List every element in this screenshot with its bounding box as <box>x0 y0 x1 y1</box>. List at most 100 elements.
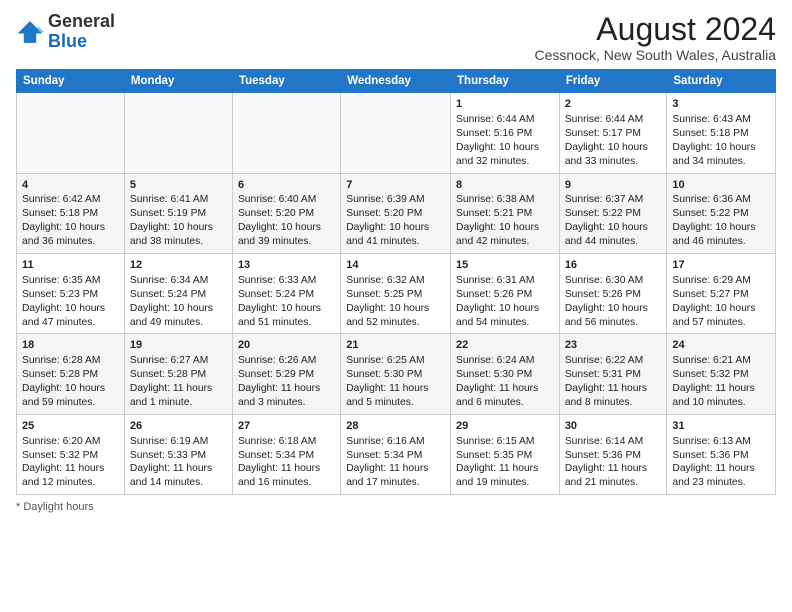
calendar-cell: 14Sunrise: 6:32 AMSunset: 5:25 PMDayligh… <box>341 254 451 334</box>
day-number: 26 <box>130 419 227 434</box>
calendar-cell: 8Sunrise: 6:38 AMSunset: 5:21 PMDaylight… <box>451 173 560 253</box>
day-info: Sunrise: 6:37 AM <box>565 193 662 207</box>
day-info: Sunset: 5:30 PM <box>346 368 445 382</box>
day-info: Daylight: 11 hours and 10 minutes. <box>672 382 770 410</box>
calendar-cell: 13Sunrise: 6:33 AMSunset: 5:24 PMDayligh… <box>232 254 340 334</box>
day-info: Sunset: 5:18 PM <box>672 127 770 141</box>
day-info: Sunset: 5:36 PM <box>672 449 770 463</box>
calendar-day-header: Sunday <box>17 70 125 93</box>
day-number: 12 <box>130 258 227 273</box>
day-info: Sunrise: 6:36 AM <box>672 193 770 207</box>
day-info: Daylight: 10 hours and 36 minutes. <box>22 221 119 249</box>
day-info: Sunset: 5:22 PM <box>565 207 662 221</box>
day-info: Daylight: 10 hours and 56 minutes. <box>565 302 662 330</box>
page: General Blue August 2024 Cessnock, New S… <box>0 0 792 612</box>
day-info: Daylight: 10 hours and 38 minutes. <box>130 221 227 249</box>
calendar-header-row: SundayMondayTuesdayWednesdayThursdayFrid… <box>17 70 776 93</box>
calendar-day-header: Saturday <box>667 70 776 93</box>
calendar-cell: 19Sunrise: 6:27 AMSunset: 5:28 PMDayligh… <box>124 334 232 414</box>
calendar-cell: 4Sunrise: 6:42 AMSunset: 5:18 PMDaylight… <box>17 173 125 253</box>
day-info: Sunrise: 6:16 AM <box>346 435 445 449</box>
day-info: Sunrise: 6:28 AM <box>22 354 119 368</box>
day-info: Sunrise: 6:38 AM <box>456 193 554 207</box>
day-info: Daylight: 10 hours and 39 minutes. <box>238 221 335 249</box>
day-info: Sunset: 5:33 PM <box>130 449 227 463</box>
day-info: Sunset: 5:28 PM <box>22 368 119 382</box>
calendar-week-row: 1 Sunrise: 6:44 AM Sunset: 5:16 PM Daylight… <box>17 93 776 173</box>
logo-blue: Blue <box>48 31 87 51</box>
day-info: Sunset: 5:30 PM <box>456 368 554 382</box>
day-number: 2 <box>565 97 662 112</box>
logo-icon <box>16 18 44 46</box>
day-number: 13 <box>238 258 335 273</box>
day-number: 19 <box>130 338 227 353</box>
day-info: Daylight: 10 hours and 47 minutes. <box>22 302 119 330</box>
day-info: Sunset: 5:17 PM <box>565 127 662 141</box>
day-info: Sunrise: 6:43 AM <box>672 113 770 127</box>
calendar-cell: 5Sunrise: 6:41 AMSunset: 5:19 PMDaylight… <box>124 173 232 253</box>
day-number: 31 <box>672 419 770 434</box>
calendar-cell: 29Sunrise: 6:15 AMSunset: 5:35 PMDayligh… <box>451 414 560 494</box>
header: General Blue August 2024 Cessnock, New S… <box>16 12 776 63</box>
day-info: Sunrise: 6:44 AM <box>565 113 662 127</box>
calendar-cell: 30Sunrise: 6:14 AMSunset: 5:36 PMDayligh… <box>559 414 667 494</box>
calendar-day-header: Tuesday <box>232 70 340 93</box>
day-number: 27 <box>238 419 335 434</box>
day-info: Sunrise: 6:18 AM <box>238 435 335 449</box>
day-info: Daylight: 11 hours and 23 minutes. <box>672 462 770 490</box>
day-number: 11 <box>22 258 119 273</box>
day-info: Sunrise: 6:19 AM <box>130 435 227 449</box>
day-info: Sunset: 5:26 PM <box>565 288 662 302</box>
day-info: Sunset: 5:24 PM <box>238 288 335 302</box>
day-number: 18 <box>22 338 119 353</box>
calendar-cell: 7Sunrise: 6:39 AMSunset: 5:20 PMDaylight… <box>341 173 451 253</box>
day-number: 6 <box>238 178 335 193</box>
day-info: Sunset: 5:32 PM <box>22 449 119 463</box>
day-info: Sunrise: 6:20 AM <box>22 435 119 449</box>
day-info: Daylight: 11 hours and 1 minute. <box>130 382 227 410</box>
day-info: Daylight: 10 hours and 42 minutes. <box>456 221 554 249</box>
calendar-cell: 10Sunrise: 6:36 AMSunset: 5:22 PMDayligh… <box>667 173 776 253</box>
calendar-cell: 17Sunrise: 6:29 AMSunset: 5:27 PMDayligh… <box>667 254 776 334</box>
day-info: Sunrise: 6:41 AM <box>130 193 227 207</box>
calendar-day-header: Monday <box>124 70 232 93</box>
day-info: Daylight: 10 hours and 57 minutes. <box>672 302 770 330</box>
day-info: Daylight: 11 hours and 16 minutes. <box>238 462 335 490</box>
day-info: Sunrise: 6:31 AM <box>456 274 554 288</box>
calendar-cell: 9Sunrise: 6:37 AMSunset: 5:22 PMDaylight… <box>559 173 667 253</box>
day-number: 17 <box>672 258 770 273</box>
day-info: Sunset: 5:35 PM <box>456 449 554 463</box>
day-info: Daylight: 11 hours and 12 minutes. <box>22 462 119 490</box>
day-number: 21 <box>346 338 445 353</box>
day-info: Sunset: 5:24 PM <box>130 288 227 302</box>
calendar-cell: 22Sunrise: 6:24 AMSunset: 5:30 PMDayligh… <box>451 334 560 414</box>
day-info: Sunrise: 6:24 AM <box>456 354 554 368</box>
day-info: Daylight: 11 hours and 8 minutes. <box>565 382 662 410</box>
day-number: 23 <box>565 338 662 353</box>
calendar-cell: 24Sunrise: 6:21 AMSunset: 5:32 PMDayligh… <box>667 334 776 414</box>
day-info: Sunrise: 6:42 AM <box>22 193 119 207</box>
day-info: Sunset: 5:16 PM <box>456 127 554 141</box>
day-number: 8 <box>456 178 554 193</box>
calendar-cell: 25Sunrise: 6:20 AMSunset: 5:32 PMDayligh… <box>17 414 125 494</box>
day-info: Daylight: 11 hours and 3 minutes. <box>238 382 335 410</box>
day-info: Sunset: 5:32 PM <box>672 368 770 382</box>
day-number: 3 <box>672 97 770 112</box>
logo: General Blue <box>16 12 115 52</box>
day-number: 30 <box>565 419 662 434</box>
day-info: Daylight: 10 hours and 34 minutes. <box>672 141 770 169</box>
day-number: 1 <box>456 97 554 112</box>
day-info: Sunrise: 6:26 AM <box>238 354 335 368</box>
day-info: Sunrise: 6:25 AM <box>346 354 445 368</box>
day-info: Sunset: 5:29 PM <box>238 368 335 382</box>
calendar-cell: 2Sunrise: 6:44 AMSunset: 5:17 PMDaylight… <box>559 93 667 173</box>
day-info: Daylight: 10 hours and 49 minutes. <box>130 302 227 330</box>
day-info: Sunset: 5:25 PM <box>346 288 445 302</box>
day-info: Sunrise: 6:35 AM <box>22 274 119 288</box>
day-info: Sunrise: 6:39 AM <box>346 193 445 207</box>
day-info: Sunrise: 6:27 AM <box>130 354 227 368</box>
day-info: Sunset: 5:34 PM <box>346 449 445 463</box>
day-info: Daylight: 11 hours and 17 minutes. <box>346 462 445 490</box>
day-info: Daylight: 11 hours and 14 minutes. <box>130 462 227 490</box>
day-number: 4 <box>22 178 119 193</box>
